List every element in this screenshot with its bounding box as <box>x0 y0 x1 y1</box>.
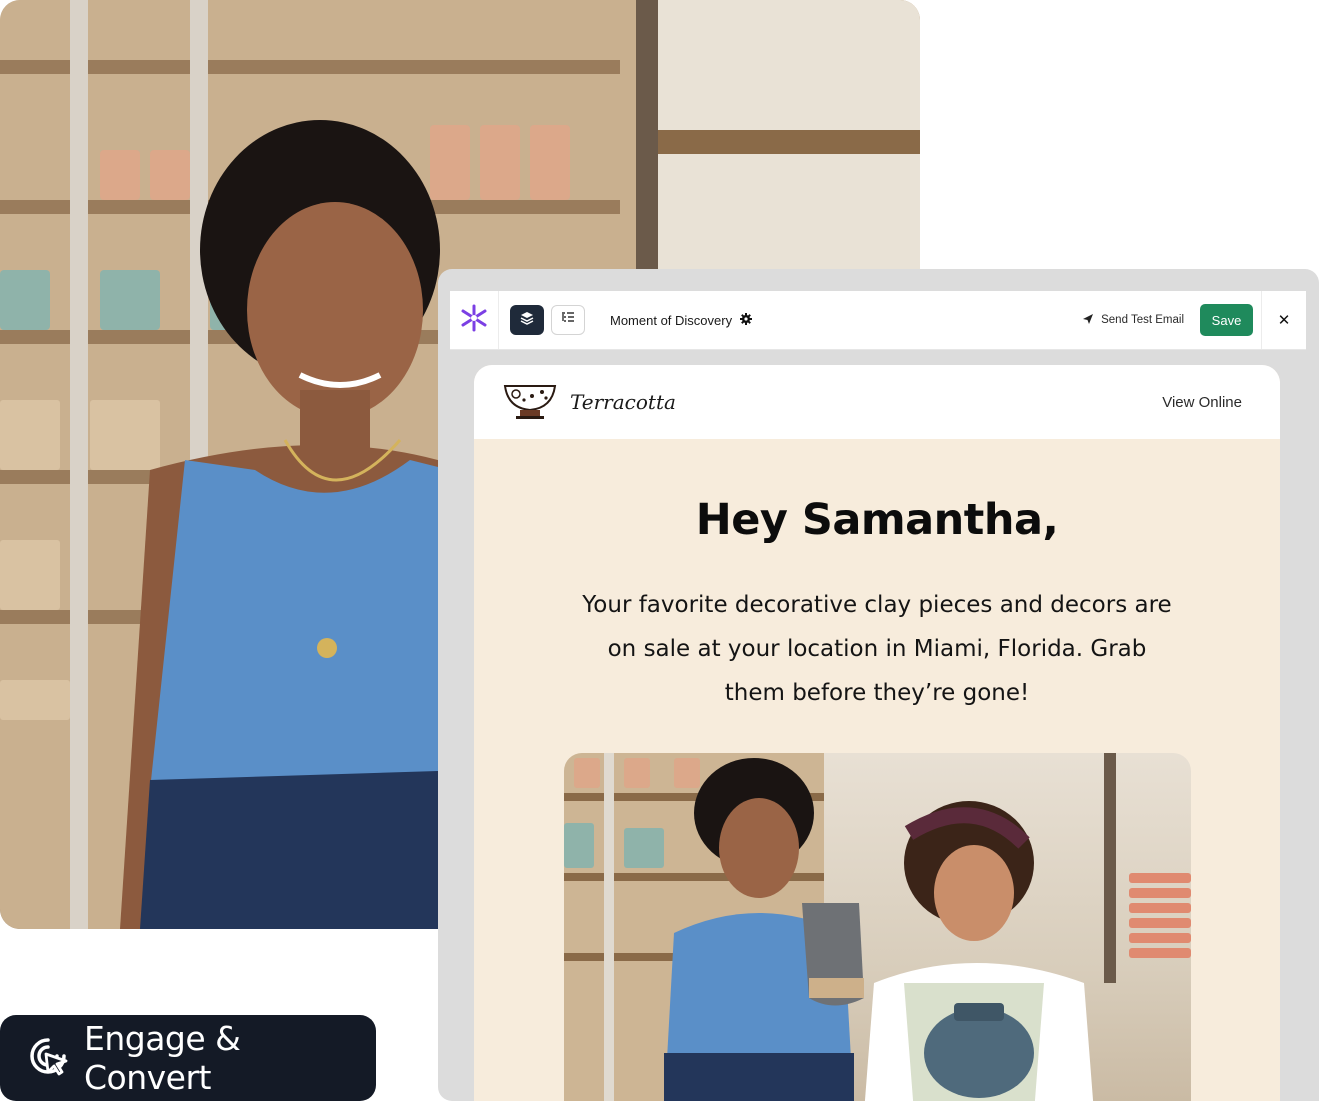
brand: Terracotta <box>502 380 676 425</box>
email-hero-image <box>564 753 1191 1101</box>
ceramic-bowl-icon <box>502 380 558 425</box>
save-button[interactable]: Save <box>1200 304 1253 336</box>
cursor-click-icon <box>26 1034 70 1083</box>
layers-icon <box>519 310 535 331</box>
view-online-link[interactable]: View Online <box>1162 394 1242 411</box>
badge-label: Engage & Convert <box>84 1019 241 1097</box>
editor-toolbar: Moment of Discovery Send Test Email Save… <box>450 291 1306 350</box>
email-header: Terracotta View Online <box>474 365 1280 439</box>
structure-button[interactable] <box>551 305 585 335</box>
brand-asterisk-icon <box>459 303 489 338</box>
gear-icon[interactable] <box>740 312 753 328</box>
campaign-title-text: Moment of Discovery <box>610 312 733 328</box>
send-test-email-label: Send Test Email <box>1101 314 1184 326</box>
brand-name: Terracotta <box>570 390 676 414</box>
engage-convert-badge: Engage & Convert <box>0 1015 376 1101</box>
layers-button[interactable] <box>510 305 544 335</box>
campaign-title[interactable]: Moment of Discovery <box>610 312 753 328</box>
two-women-pottery-image <box>564 753 1191 1101</box>
close-button[interactable]: ✕ <box>1261 291 1306 349</box>
email-body-text: Your favorite decorative clay pieces and… <box>582 592 1172 706</box>
app-logo[interactable] <box>450 291 499 349</box>
list-tree-icon <box>560 310 576 331</box>
email-preview: Terracotta View Online Hey Samantha, You… <box>474 365 1280 1101</box>
email-headline: Hey Samantha, <box>695 495 1059 545</box>
send-test-email-button[interactable]: Send Test Email <box>1082 313 1184 328</box>
email-editor-window: Moment of Discovery Send Test Email Save… <box>438 269 1319 1101</box>
paper-plane-icon <box>1082 313 1094 328</box>
